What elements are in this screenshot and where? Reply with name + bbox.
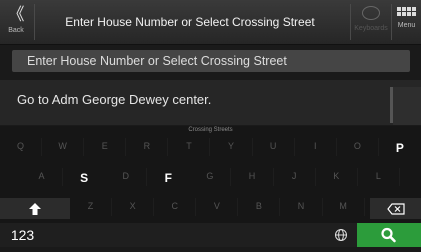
- key-n: N: [281, 198, 323, 216]
- key-z: Z: [70, 198, 113, 216]
- backspace-icon: [386, 202, 405, 215]
- key-x: X: [112, 198, 155, 216]
- speech-bubble-icon: [362, 6, 380, 20]
- key-h: H: [232, 168, 274, 186]
- key-v: V: [196, 198, 239, 216]
- backspace-key[interactable]: [370, 198, 421, 219]
- page-title: Enter House Number or Select Crossing St…: [65, 15, 315, 29]
- globe-icon: [335, 229, 347, 241]
- key-s[interactable]: S: [63, 168, 105, 186]
- key-t: T: [168, 138, 211, 156]
- space-key[interactable]: [46, 223, 326, 247]
- key-d: D: [105, 168, 148, 186]
- keyboard-bottom-row: 123: [0, 223, 421, 247]
- keyboards-label: Keyboards: [354, 25, 388, 32]
- key-j: J: [274, 168, 316, 186]
- key-p[interactable]: P: [379, 138, 421, 156]
- key-m: M: [323, 198, 365, 216]
- key-u: U: [253, 138, 295, 156]
- back-label: Back: [8, 27, 24, 34]
- shift-key[interactable]: [0, 198, 70, 219]
- keyboards-button[interactable]: Keyboards: [352, 0, 390, 44]
- grid-icon: [396, 7, 417, 16]
- list-side-panel: [393, 87, 421, 125]
- key-c: C: [154, 198, 197, 216]
- key-g: G: [189, 168, 232, 186]
- list-item[interactable]: Go to Adm George Dewey center.: [17, 92, 211, 107]
- header-bar: 《 Back Enter House Number or Select Cros…: [0, 0, 421, 45]
- key-e: E: [84, 138, 127, 156]
- key-o: O: [337, 138, 379, 156]
- globe-key[interactable]: [327, 223, 355, 247]
- house-number-input[interactable]: Enter House Number or Select Crossing St…: [12, 50, 410, 72]
- menu-label: Menu: [397, 22, 416, 29]
- key-w: W: [42, 138, 85, 156]
- header-divider: [34, 4, 35, 40]
- numbers-key[interactable]: 123: [0, 223, 45, 247]
- key-a: A: [21, 168, 64, 186]
- shift-arrow-icon: [29, 202, 41, 215]
- results-list: Go to Adm George Dewey center.: [0, 80, 421, 125]
- menu-button[interactable]: Menu: [392, 0, 421, 44]
- key-b: B: [238, 198, 281, 216]
- on-screen-keyboard: Crossing Streets QWERTYUIOP ASDFGHJKL ZXCV…: [0, 126, 421, 247]
- chevron-double-left-icon: 《: [7, 5, 25, 24]
- key-i: I: [295, 138, 337, 156]
- key-q: Q: [0, 138, 43, 156]
- keyboard-title: Crossing Streets: [188, 127, 233, 133]
- key-f[interactable]: F: [147, 168, 189, 186]
- key-l: L: [358, 168, 400, 186]
- back-button[interactable]: 《 Back: [0, 0, 32, 44]
- search-button[interactable]: [357, 223, 421, 247]
- key-y: Y: [211, 138, 253, 156]
- search-icon: [381, 227, 396, 243]
- header-divider: [350, 4, 351, 40]
- key-k: K: [316, 168, 358, 186]
- key-r: R: [126, 138, 169, 156]
